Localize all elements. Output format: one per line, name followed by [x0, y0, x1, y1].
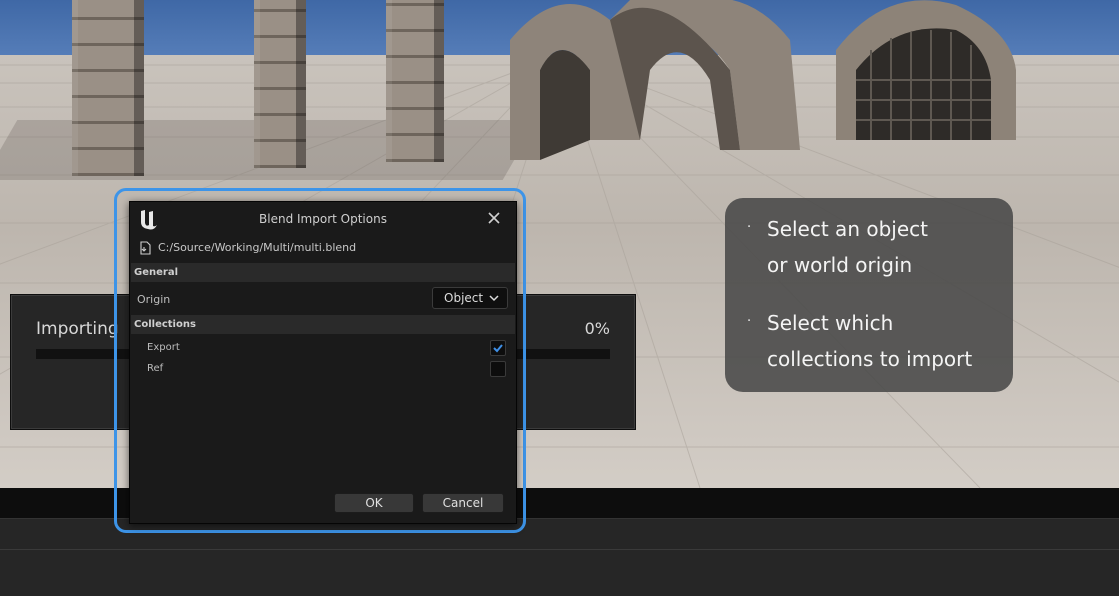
- ref-checkbox[interactable]: [490, 361, 506, 377]
- close-icon[interactable]: [486, 210, 502, 226]
- blend-import-options-dialog: Blend Import Options C:/Source/Working/M…: [129, 201, 517, 524]
- stone-pillar: [254, 0, 306, 168]
- checkmark-icon: [493, 344, 503, 353]
- chevron-down-icon: [489, 295, 499, 302]
- callout-line: Select which: [767, 311, 894, 335]
- origin-dropdown-value: Object: [444, 291, 484, 305]
- gate-arch: [836, 0, 1016, 140]
- collection-row-ref: Ref: [131, 359, 515, 381]
- origin-row: Origin Object: [131, 287, 515, 311]
- bullet: ·: [747, 220, 752, 235]
- collection-label: Ref: [147, 363, 164, 374]
- origin-dropdown[interactable]: Object: [432, 287, 508, 309]
- stone-arch: [510, 0, 800, 160]
- file-path: C:/Source/Working/Multi/multi.blend: [158, 241, 357, 254]
- section-collections: Collections: [131, 315, 515, 334]
- bullet: ·: [747, 314, 752, 329]
- cancel-button[interactable]: Cancel: [422, 493, 504, 513]
- ok-button[interactable]: OK: [334, 493, 414, 513]
- callout-line: or world origin: [767, 253, 913, 277]
- stone-pillar: [72, 0, 144, 176]
- progress-percent: 0%: [584, 319, 610, 338]
- dialog-title-bar[interactable]: Blend Import Options: [130, 202, 516, 238]
- origin-label: Origin: [137, 293, 171, 306]
- export-checkbox[interactable]: [490, 340, 506, 356]
- callout-line: collections to import: [767, 347, 973, 371]
- stone-pillar: [386, 0, 444, 162]
- progress-label: Importing: [36, 319, 119, 339]
- section-general: General: [131, 263, 515, 282]
- file-import-icon: [140, 241, 151, 255]
- annotation-callout: · Select an object or world origin · Sel…: [725, 198, 1013, 392]
- dialog-title: Blend Import Options: [259, 212, 387, 226]
- collection-row-export: Export: [131, 338, 515, 360]
- callout-line: Select an object: [767, 217, 928, 241]
- collection-label: Export: [147, 342, 180, 353]
